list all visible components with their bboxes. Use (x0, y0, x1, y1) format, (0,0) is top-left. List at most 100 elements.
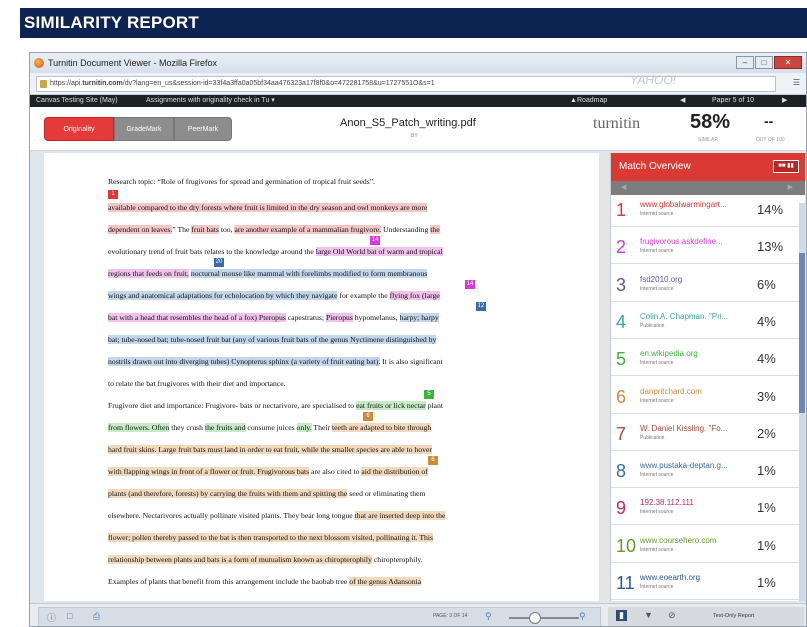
match-number: 4 (616, 311, 627, 332)
exclude-icon[interactable]: ⊘ (668, 610, 676, 621)
document-line: Research topic: “Role of frugivores for … (108, 175, 375, 188)
text-only-report-link[interactable]: Text-Only Report (713, 613, 754, 619)
match-row[interactable]: 11 www.eoearth.org Internet source 1% (611, 568, 801, 600)
match-source-type: Publication (640, 434, 665, 441)
match-row[interactable]: 2 frugivorous askdefine... Internet source… (611, 232, 801, 265)
next-paper-button[interactable]: ▶ (782, 95, 787, 107)
matched-text[interactable]: flower; pollen thereby passed to the bat… (108, 533, 434, 542)
match-number: 6 (616, 386, 627, 407)
panel-divider[interactable] (600, 153, 608, 601)
close-button[interactable]: ✕ (774, 56, 802, 69)
match-marker[interactable]: 1 (108, 190, 118, 199)
matched-text[interactable]: of the genus Adansonia (349, 577, 422, 586)
match-row[interactable]: 7 W. Daniel Kissling. "Fo... Publication 2% (611, 418, 801, 451)
filter-icon[interactable]: ▼ (644, 610, 653, 620)
match-marker[interactable]: 5 (424, 390, 434, 399)
matched-text[interactable]: only. (296, 423, 312, 432)
zoom-slider-handle[interactable] (529, 612, 541, 624)
matched-text[interactable]: with flapping wings in front of a flower… (108, 467, 310, 476)
matched-text[interactable]: flying fox (large (389, 291, 440, 300)
match-marker[interactable]: 14 (465, 280, 475, 289)
matched-text[interactable]: are another example of a mammalian frugi… (234, 225, 382, 234)
matched-text[interactable]: hard fruit skins. Large fruit bats must … (108, 445, 432, 454)
matched-text[interactable]: nocturnal mouse like mammal with forelim… (190, 269, 428, 278)
zoom-out-icon[interactable]: ⚲ (485, 611, 492, 622)
minimize-button[interactable]: – (736, 56, 754, 69)
matched-text[interactable]: that are inserted deep into the (354, 511, 446, 520)
match-row[interactable]: 3 fsd2010.org Internet source 6% (611, 269, 801, 302)
matched-text[interactable]: available compared to the dry forests wh… (108, 203, 428, 212)
course-link[interactable]: Canvas Testing Site (May) (36, 95, 118, 107)
matched-text[interactable]: nostrils drawn out into diverging tubes)… (108, 357, 381, 366)
match-marker[interactable]: 6 (428, 456, 438, 465)
plain-text: Examples of plants that benefit from thi… (108, 577, 350, 586)
panel-controls: ▮ ▼ ⊘ Text-Only Report (608, 607, 804, 626)
roadmap-link[interactable]: ▲ Roadmap (570, 95, 607, 107)
zoom-in-icon[interactable]: ⚲ (579, 611, 586, 622)
match-number: 7 (616, 423, 627, 444)
match-row[interactable]: 4 Colin A. Chapman. "Pri... Publication 4% (611, 306, 801, 339)
matched-text[interactable]: regions that feeds on fruit, (108, 269, 189, 278)
tab-grademark[interactable]: GradeMark (114, 117, 174, 141)
next-match-arrow[interactable]: ▶ (788, 181, 793, 195)
match-source: www.pustaka-deptan.g... (640, 461, 728, 471)
prev-paper-button[interactable]: ◀ (680, 95, 685, 107)
matched-text[interactable]: eat fruits or lick nectar (356, 401, 426, 410)
document-line: to relate the bat frugivores with their … (108, 377, 286, 390)
similarity-score[interactable]: 58% (690, 111, 730, 134)
matched-text[interactable]: bat; tube-nosed bat; tube-nosed fruit ba… (108, 335, 437, 344)
matched-text[interactable]: the (430, 225, 440, 234)
print-icon[interactable]: ⎙ (93, 611, 100, 622)
matched-text[interactable]: plants (and therefore, forests) by carry… (108, 489, 348, 498)
view-toggle-button[interactable]: ■■ ▮▮ (773, 160, 799, 173)
match-source: www.coursehero.com (640, 535, 717, 545)
match-row[interactable]: 9 192.38.112.111 Internet source 1% (611, 493, 801, 526)
matched-text[interactable]: Pieropus (325, 313, 353, 322)
matched-text[interactable]: aid the distribution of (361, 467, 428, 476)
match-source: www.globalwarmingart... (640, 200, 727, 209)
matched-text[interactable]: large Old World bat of warm and tropical (315, 247, 443, 256)
match-marker[interactable]: 12 (476, 302, 486, 311)
author-label: BY (411, 133, 418, 139)
bar-chart-icon[interactable]: ▮ (616, 610, 627, 621)
matched-text[interactable]: bat with a head that resembles the head … (108, 313, 286, 322)
matched-text[interactable]: relationship between plants and bats is … (108, 555, 372, 564)
match-row[interactable]: 10 www.coursehero.com Internet source 1% (611, 530, 801, 563)
course-nav: Canvas Testing Site (May) Assignments wi… (30, 95, 806, 107)
matched-text[interactable]: the fruits and (204, 423, 246, 432)
matched-text[interactable]: dependent on leaves. (108, 225, 173, 234)
scroll-thumb[interactable] (799, 253, 805, 413)
match-row[interactable]: 6 danpritchard.com Internet source 3% (611, 381, 801, 414)
matched-text[interactable]: wings and anatomical adaptations for ech… (108, 291, 338, 300)
match-scrollbar[interactable] (799, 203, 805, 601)
match-row[interactable]: 5 en.wikipedia.org Internet source 4% (611, 344, 801, 377)
plain-text: It is also significant (380, 357, 443, 366)
matched-text[interactable]: harpy; harpy (399, 313, 439, 322)
match-marker[interactable]: 6 (363, 412, 373, 421)
info-icon[interactable]: ⓘ (47, 611, 56, 624)
match-percent: 6% (757, 276, 776, 292)
matched-text[interactable]: from flowers. Often (108, 423, 170, 432)
maximize-button[interactable]: □ (755, 56, 773, 69)
tab-originality[interactable]: Originality (44, 117, 114, 141)
match-row[interactable]: 8 www.pustaka-deptan.g... Internet source 1… (611, 456, 801, 489)
match-row[interactable]: 1 www.globalwarmingart... Internet source 1… (611, 195, 801, 227)
layout-icon[interactable]: □ (67, 611, 72, 621)
plain-text: Their (311, 423, 332, 432)
prev-match-arrow[interactable]: ◀ (621, 181, 626, 195)
assignment-dropdown[interactable]: Assignments with originality check in Tu… (146, 95, 275, 107)
match-number: 1 (616, 200, 627, 220)
plain-text: Understanding (381, 225, 431, 234)
zoom-slider[interactable] (509, 617, 579, 619)
match-source: 192.38.112.111 (640, 498, 694, 508)
grade-value[interactable]: -- (764, 113, 773, 129)
match-marker[interactable]: 14 (370, 236, 380, 245)
match-source: fsd2010.org (640, 274, 683, 284)
match-source-type: Internet source (640, 285, 674, 292)
matched-text[interactable]: teeth are adapted to bite through (331, 423, 432, 432)
menu-icon[interactable]: ☰ (793, 78, 800, 87)
mode-tabs: Originality GradeMark PeerMark (44, 117, 232, 141)
tab-peermark[interactable]: PeerMark (174, 117, 232, 141)
match-marker[interactable]: 20 (214, 258, 224, 267)
matched-text[interactable]: fruit bats (191, 225, 219, 234)
